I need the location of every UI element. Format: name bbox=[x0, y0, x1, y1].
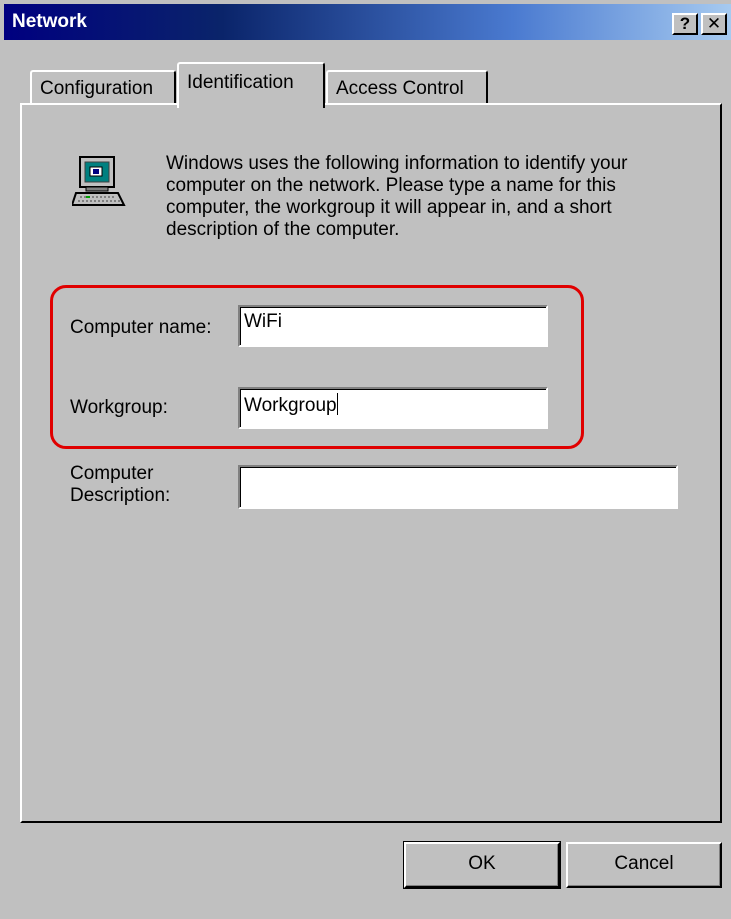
info-text: Windows uses the following information t… bbox=[166, 153, 628, 240]
ok-button[interactable]: OK bbox=[403, 841, 561, 889]
computer-name-label: Computer name: bbox=[70, 317, 212, 338]
description-label: Computer Description: bbox=[70, 463, 171, 506]
help-button[interactable]: ? bbox=[672, 13, 698, 35]
title-bar[interactable]: Network ? ✕ bbox=[4, 4, 731, 40]
window-title: Network bbox=[12, 11, 87, 32]
close-button[interactable]: ✕ bbox=[701, 13, 727, 35]
cancel-button[interactable]: Cancel bbox=[566, 842, 722, 888]
description-field[interactable] bbox=[238, 465, 678, 509]
tab-identification[interactable]: Identification bbox=[177, 62, 325, 108]
tab-access-control[interactable]: Access Control bbox=[326, 70, 488, 106]
computer-name-value: WiFi bbox=[244, 311, 282, 332]
workgroup-value: Workgroup bbox=[244, 395, 337, 416]
computer-icon bbox=[72, 156, 126, 206]
network-dialog: Network ? ✕ Configuration Identification… bbox=[0, 0, 731, 919]
computer-name-field[interactable]: WiFi bbox=[238, 305, 548, 347]
workgroup-field[interactable]: Workgroup bbox=[238, 387, 548, 429]
identification-panel: Windows uses the following information t… bbox=[20, 103, 722, 823]
text-caret bbox=[336, 393, 338, 415]
workgroup-label: Workgroup: bbox=[70, 397, 168, 418]
tab-configuration[interactable]: Configuration bbox=[30, 70, 176, 106]
